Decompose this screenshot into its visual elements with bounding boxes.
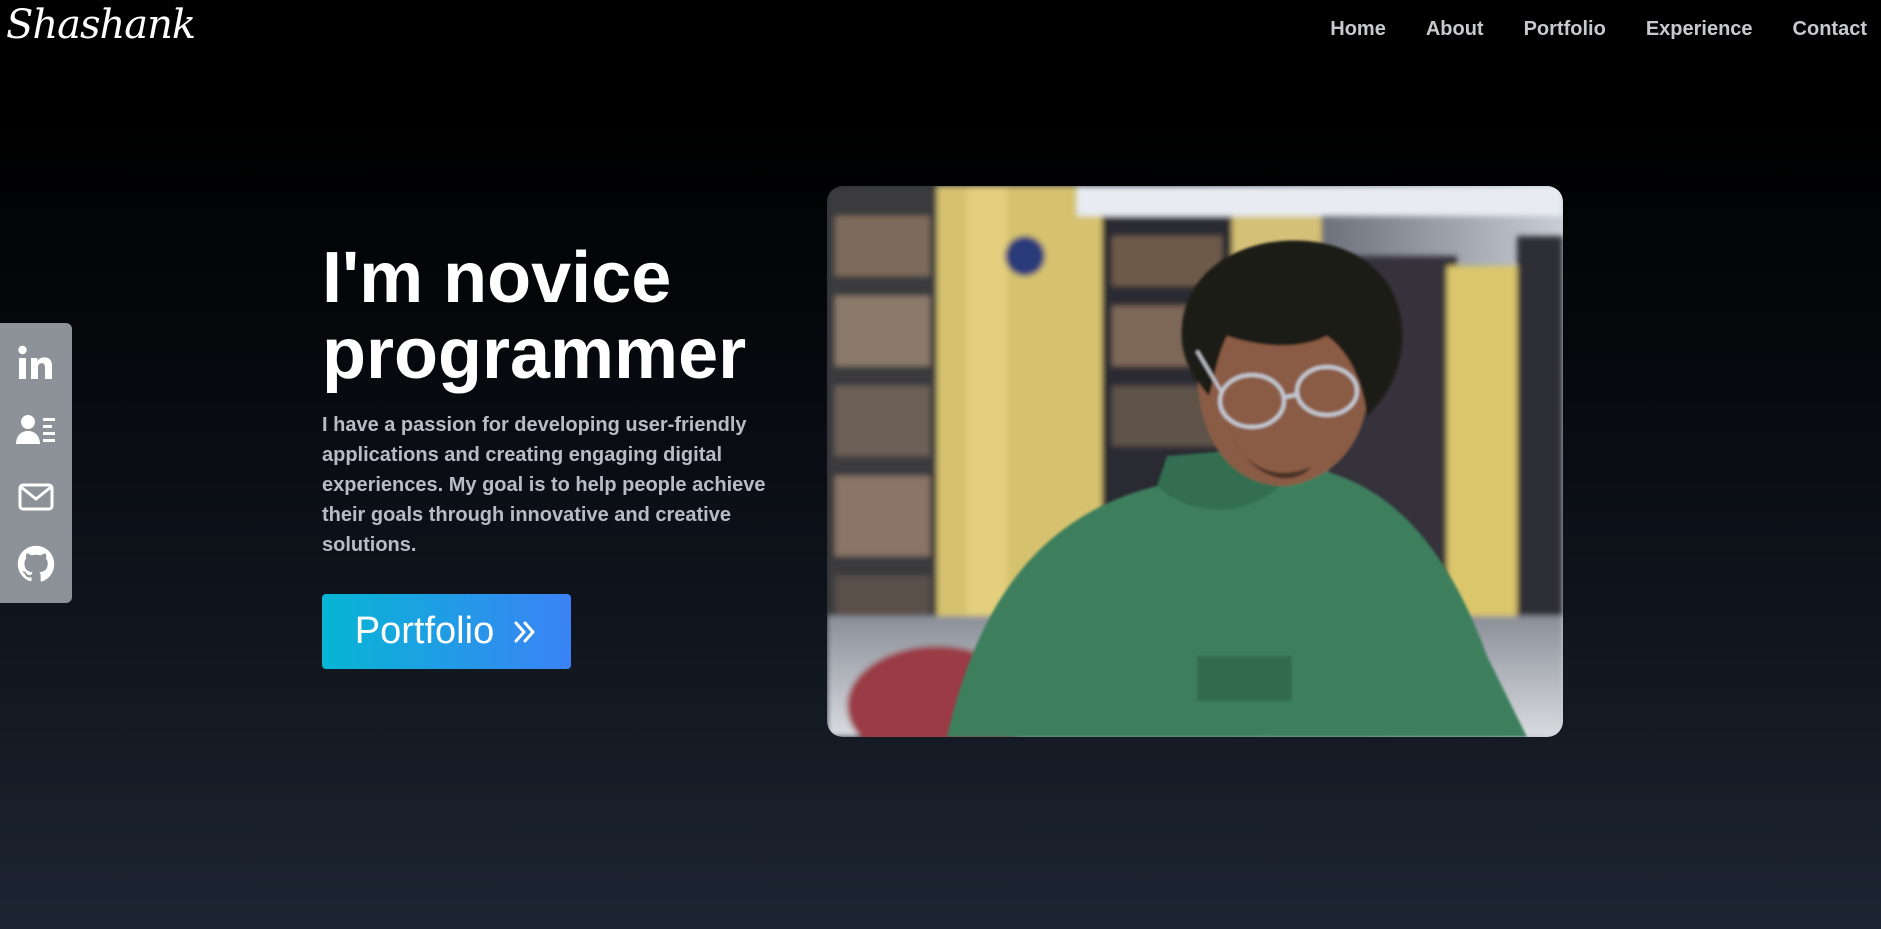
resume-icon (16, 414, 55, 444)
profile-photo (827, 186, 1563, 737)
linkedin-icon (18, 345, 52, 379)
profile-photo-illustration (827, 186, 1563, 737)
nav-experience-link[interactable]: Experience (1646, 18, 1753, 41)
hero-title: I'm novice programmer (322, 240, 792, 392)
double-chevron-right-icon (514, 621, 535, 642)
resume-button[interactable] (14, 408, 58, 452)
navbar: Shashank Home About Portfolio Experience… (0, 0, 1881, 62)
github-button[interactable] (14, 542, 58, 586)
linkedin-button[interactable] (14, 341, 58, 385)
social-sidebar (0, 323, 72, 603)
hero-title-line1: I'm novice (322, 238, 672, 318)
hero-title-line2: programmer (322, 314, 747, 394)
logo[interactable]: Shashank (6, 2, 196, 48)
nav-home-link[interactable]: Home (1330, 18, 1386, 41)
github-icon (17, 545, 55, 582)
nav-contact-link[interactable]: Contact (1793, 18, 1867, 41)
nav-about-link[interactable]: About (1426, 18, 1484, 41)
portfolio-button[interactable]: Portfolio (322, 594, 571, 669)
mail-icon (18, 483, 54, 510)
hero-section: I'm novice programmer I have a passion f… (322, 240, 792, 560)
nav-links: Home About Portfolio Experience Contact (1330, 18, 1867, 41)
nav-portfolio-link[interactable]: Portfolio (1524, 18, 1606, 41)
hero-description: I have a passion for developing user-fri… (322, 414, 766, 556)
mail-button[interactable] (14, 475, 58, 519)
portfolio-button-label: Portfolio (354, 610, 495, 652)
